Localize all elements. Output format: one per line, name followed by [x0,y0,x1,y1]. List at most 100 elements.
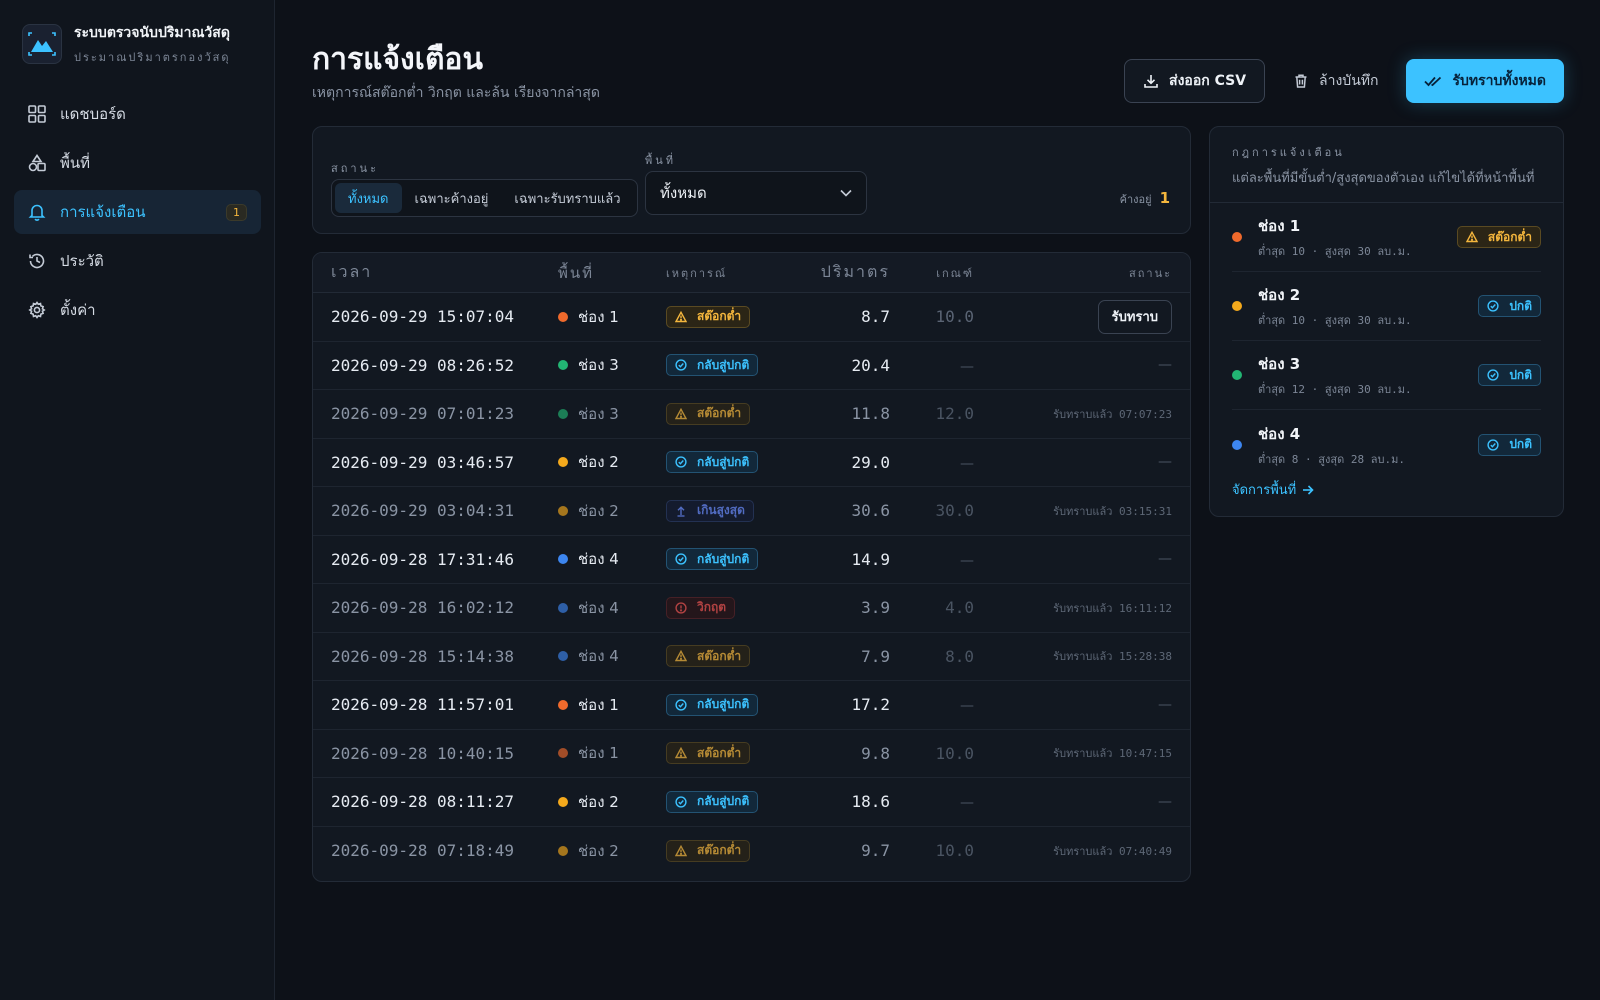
history-icon [26,250,48,272]
table-row: 2026-09-28 08:11:27 ช่อง 2 กลับสู่ปกติ 18.6… [313,778,1190,827]
alert-event: สต๊อกต่ำ [666,839,806,862]
sidebar-item-dashboard[interactable]: แดชบอร์ด [14,92,261,136]
rules-subtitle: แต่ละพื้นที่มีขั้นต่ำ/สูงสุดของตัวเอง แก… [1232,171,1535,186]
alert-area: ช่อง 3 [558,402,666,426]
mountain-logo-icon [22,24,62,64]
manage-areas-link[interactable]: จัดการพื้นที่ [1232,479,1314,500]
check-circle-icon [675,699,692,711]
status-empty: — [1158,793,1172,810]
status-empty: — [1158,357,1172,374]
badge-label: กลับสู่ปกติ [697,454,750,469]
alert-time: 2026-09-28 16:02:12 [331,598,515,618]
badge-label: สต๊อกต่ำ [697,309,742,324]
status-filter-acknowledged[interactable]: เฉพาะรับทราบแล้ว [501,183,633,213]
check-circle-icon [675,359,692,371]
volume-value: 20.4 [851,355,890,375]
sidebar-item-label: พื้นที่ [60,154,91,172]
volume-value: 9.7 [861,841,890,861]
area-color-dot [558,651,568,662]
alert-time: 2026-09-28 08:11:27 [331,792,515,812]
area-name: ช่อง 2 [578,453,619,472]
check-circle-icon [1487,438,1504,451]
status-filter: ทั้งหมด เฉพาะค้างอยู่ เฉพาะรับทราบแล้ว [331,179,638,217]
status-filter-all[interactable]: ทั้งหมด [335,183,402,213]
acknowledged-status: รับทราบแล้ว 15:28:38 [1053,650,1172,664]
sidebar-item-history[interactable]: ประวัติ [14,239,261,283]
status-cell: รับทราบแล้ว 16:11:12 [974,599,1190,617]
alert-area: ช่อง 4 [558,547,666,571]
area-select[interactable]: ทั้งหมด [645,171,867,215]
brand: ระบบตรวจนับปริมาณวัสดุ ประมาณปริมาตรกองว… [22,22,230,66]
page-subtitle: เหตุการณ์สต๊อกต่ำ วิกฤต และล้น เรียงจากล… [312,85,600,101]
event-badge: สต๊อกต่ำ [666,742,751,765]
alert-area: ช่อง 2 [558,499,666,523]
status-cell: รับทราบแล้ว 03:15:31 [974,502,1190,520]
acknowledged-status: รับทราบแล้ว 16:11:12 [1053,601,1172,615]
toolbar: ส่งออก CSV ล้างบันทึก รับทราบทั้งหมด [1124,59,1564,103]
filter-panel: สถานะ ทั้งหมด เฉพาะค้างอยู่ เฉพาะรับทราบ… [312,126,1191,234]
warning-icon [675,310,692,323]
alert-area: ช่อง 1 [558,305,666,329]
acknowledge-all-button[interactable]: รับทราบทั้งหมด [1406,59,1564,103]
rule-status-badge: สต๊อกต่ำ [1456,226,1541,248]
sidebar-item-settings[interactable]: ตั้งค่า [14,288,261,332]
event-badge: กลับสู่ปกติ [666,790,759,813]
status-cell: รับทราบ [974,299,1190,334]
area-name: ช่อง 1 [578,695,619,714]
threshold-value: — [960,358,974,375]
status-filter-pending[interactable]: เฉพาะค้างอยู่ [402,183,502,213]
chevron-down-icon [840,189,852,197]
rule-limits: ต่ำสุด 10 · สูงสุด 30 ลบ.ม. [1258,314,1412,327]
column-header-status: สถานะ [1129,266,1172,280]
badge-label: วิกฤต [697,600,727,615]
alert-area: ช่อง 4 [558,596,666,620]
area-name: ช่อง 1 [578,307,619,326]
rule-item: ช่อง 4 ต่ำสุด 8 · สูงสุด 28 ลบ.ม. ปกติ [1232,410,1541,479]
threshold-cell: — [890,453,974,472]
alert-event: กลับสู่ปกติ [666,790,806,813]
badge-label: กลับสู่ปกติ [697,794,750,809]
event-badge: กลับสู่ปกติ [666,451,759,474]
sidebar-item-alerts[interactable]: การแจ้งเตือน 1 [14,190,261,234]
threshold-value: 10.0 [935,841,974,861]
rule-status-badge: ปกติ [1478,364,1541,386]
pending-label: ค้างอยู่ [1119,193,1152,206]
table-row: 2026-09-28 11:57:01 ช่อง 1 กลับสู่ปกติ 17.2… [313,681,1190,730]
rule-area-name: ช่อง 2 [1258,286,1301,304]
status-cell: — [974,551,1190,567]
table-row: 2026-09-29 15:07:04 ช่อง 1 สต๊อกต่ำ 8.7 10.0… [313,293,1190,342]
status-cell: — [974,794,1190,810]
column-header-threshold: เกณฑ์ [936,266,974,280]
sidebar-item-label: ตั้งค่า [60,301,96,319]
threshold-value: 10.0 [935,743,974,763]
threshold-value: — [960,698,974,715]
shapes-icon [26,152,48,174]
clear-log-button[interactable]: ล้างบันทึก [1275,59,1396,103]
check-circle-icon [675,796,692,808]
alert-event: กลับสู่ปกติ [666,451,806,474]
export-csv-button[interactable]: ส่งออก CSV [1124,59,1266,103]
rule-item: ช่อง 3 ต่ำสุด 12 · สูงสุด 30 ลบ.ม. ปกติ [1232,341,1541,410]
event-badge: กลับสู่ปกติ [666,548,759,571]
event-badge: วิกฤต [666,596,736,619]
event-badge: กลับสู่ปกติ [666,354,759,377]
sidebar-item-areas[interactable]: พื้นที่ [14,141,261,185]
rule-status-badge: ปกติ [1478,295,1541,317]
table-row: 2026-09-29 03:46:57 ช่อง 2 กลับสู่ปกติ 29.0… [313,439,1190,487]
area-color-dot [1232,439,1242,450]
area-color-dot [558,457,568,468]
alert-area: ช่อง 4 [558,644,666,668]
area-name: ช่อง 1 [578,744,619,763]
download-icon [1144,75,1158,88]
alert-time: 2026-09-28 15:14:38 [331,646,515,666]
alert-event: กลับสู่ปกติ [666,354,806,377]
threshold-cell: — [890,792,974,811]
arrow-right-icon [1303,484,1314,495]
event-badge: สต๊อกต่ำ [666,402,751,425]
table-row: 2026-09-28 17:31:46 ช่อง 4 กลับสู่ปกติ 14.9… [313,536,1190,584]
alert-time: 2026-09-29 03:04:31 [331,501,515,521]
acknowledge-button[interactable]: รับทราบ [1097,299,1172,334]
warning-icon [675,747,692,759]
volume-value: 14.9 [851,549,890,569]
threshold-cell: 10.0 [890,841,974,860]
